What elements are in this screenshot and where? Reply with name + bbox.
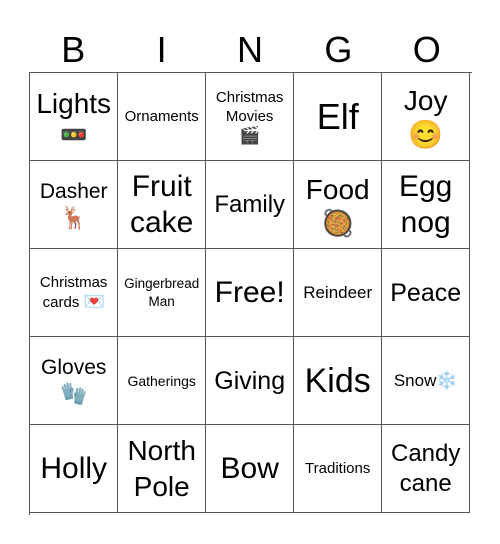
deer-icon: 🦌 (59, 204, 88, 230)
smiling-face-icon: 😊 (408, 118, 444, 150)
bingo-cell[interactable]: Gingerbread Man (118, 249, 207, 338)
snowflake-icon: ❄️ (436, 370, 458, 390)
bingo-cell[interactable]: Candy cane (382, 425, 471, 514)
cell-label: Giving (214, 366, 286, 395)
header-letter-n: N (236, 29, 263, 70)
cell-label: Egg nog (398, 169, 453, 239)
cell-label: Food (305, 173, 370, 205)
bingo-cell[interactable]: Lights 🚥 (30, 73, 119, 162)
cell-label: Elf (316, 95, 359, 137)
cell-label: Free! (214, 275, 285, 309)
bingo-cell[interactable]: Snow❄️ (382, 337, 471, 426)
bingo-cell[interactable]: Family (206, 161, 295, 250)
cell-label: Snow❄️ (394, 371, 458, 391)
bingo-cell[interactable]: Food 🥘 (294, 161, 383, 250)
bingo-cell[interactable]: Egg nog (382, 161, 471, 250)
bingo-cell[interactable]: Fruit cake (118, 161, 207, 250)
bingo-cell[interactable]: Gatherings (118, 337, 207, 426)
bingo-cell[interactable]: Reindeer (294, 249, 383, 338)
cell-label: Ornaments (124, 108, 199, 126)
cell-label: Kids (304, 361, 371, 400)
bingo-cell[interactable]: Peace (382, 249, 471, 338)
cell-label: Gingerbread Man (124, 275, 200, 309)
cell-label: Christmas Movies (215, 88, 284, 125)
bingo-cell[interactable]: Traditions (294, 425, 383, 514)
cell-label: Lights (36, 87, 112, 119)
cell-label: Traditions (305, 460, 371, 478)
cell-label: Christmas cards 💌 (31, 273, 117, 312)
cell-label: Joy (403, 84, 448, 116)
love-letter-icon: 💌 (83, 292, 105, 312)
bingo-cell[interactable]: Gloves 🧤 (30, 337, 119, 426)
cell-label: Gatherings (127, 372, 196, 389)
bingo-cell[interactable]: Elf (294, 73, 383, 162)
cell-label: Gloves (41, 355, 107, 379)
bingo-cell[interactable]: Christmas Movies 🎬 (206, 73, 295, 162)
bingo-cell[interactable]: Dasher 🦌 (30, 161, 119, 250)
cell-label: Dasher (39, 179, 108, 203)
bingo-cell[interactable]: Bow (206, 425, 295, 514)
header-letter-b: B (61, 29, 86, 70)
bingo-cell[interactable]: Free! (206, 249, 295, 338)
cell-label: Fruit cake (130, 169, 194, 239)
header-letter-g: G (324, 29, 353, 70)
paella-pan-icon: 🥘 (321, 207, 354, 238)
bingo-cell[interactable]: North Pole (118, 425, 207, 514)
cell-label: Holly (40, 451, 108, 485)
gloves-icon: 🧤 (59, 380, 88, 406)
cell-label: Peace (390, 278, 462, 307)
bingo-cell[interactable]: Kids (294, 337, 383, 426)
cell-label: Candy cane (391, 439, 461, 497)
cell-label: Reindeer (303, 282, 373, 302)
bingo-header: B I N G O (29, 28, 471, 72)
cell-label: Bow (220, 451, 279, 485)
bingo-cell[interactable]: Joy 😊 (382, 73, 471, 162)
bingo-grid: Lights 🚥 Ornaments Christmas Movies 🎬 El… (29, 72, 472, 515)
bingo-cell[interactable]: Ornaments (118, 73, 207, 162)
bingo-cell[interactable]: Holly (30, 425, 119, 514)
traffic-light-icon: 🚥 (59, 121, 88, 147)
header-letter-i: I (156, 29, 167, 70)
cell-label: Family (214, 190, 286, 218)
cell-label-text: Snow (393, 370, 437, 390)
bingo-cell[interactable]: Christmas cards 💌 (30, 249, 119, 338)
cell-label: North Pole (127, 434, 196, 502)
bingo-cell[interactable]: Giving (206, 337, 295, 426)
header-letter-o: O (412, 29, 441, 70)
clapper-board-icon: 🎬 (239, 125, 261, 145)
